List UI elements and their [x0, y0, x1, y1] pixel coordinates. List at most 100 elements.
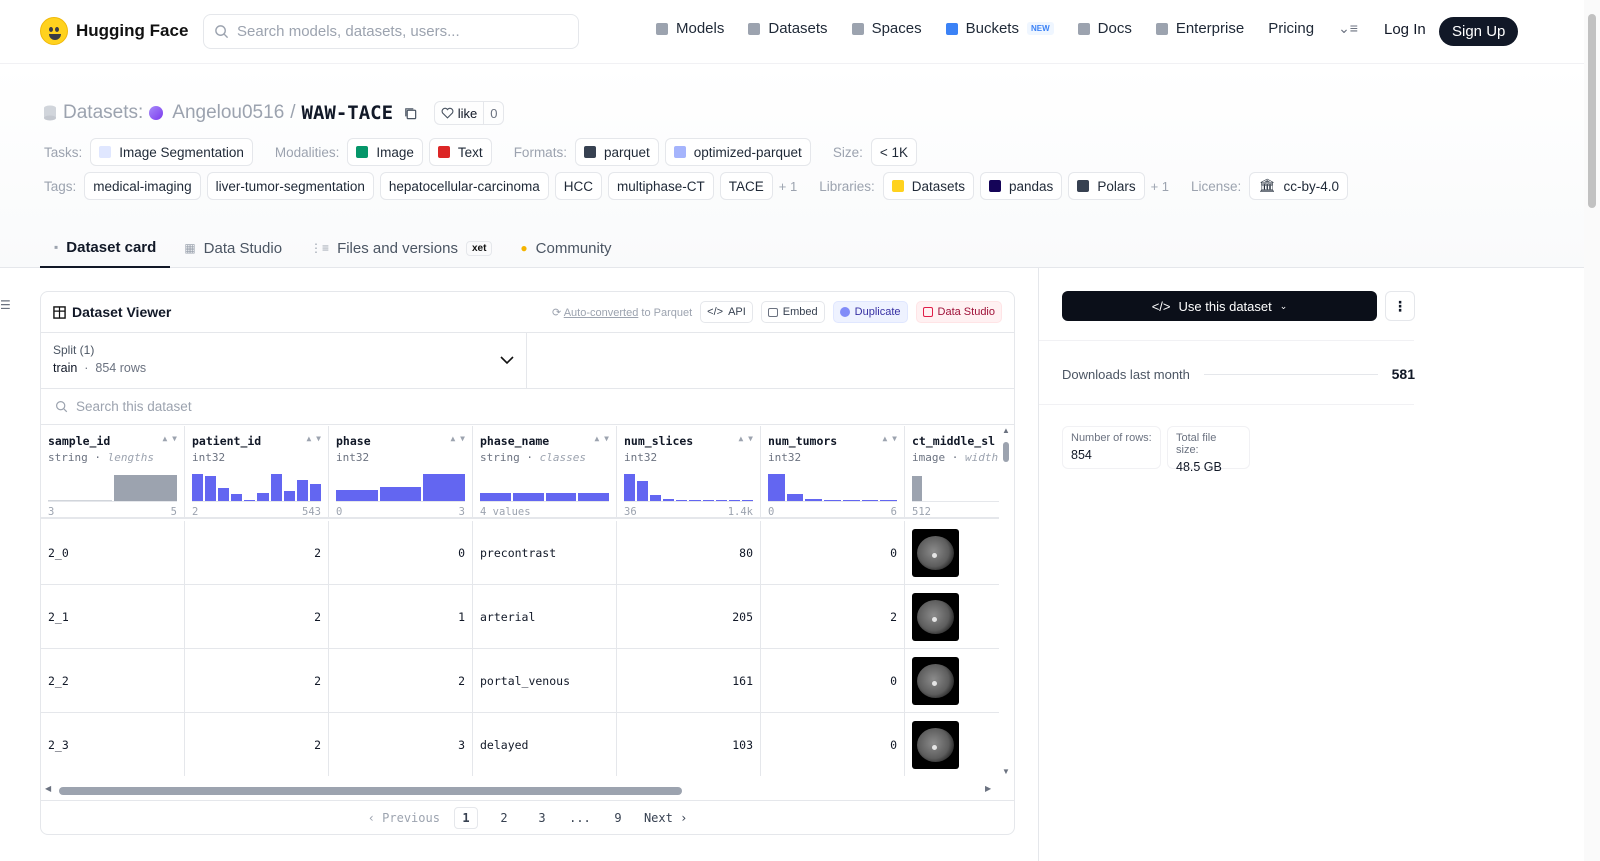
nav-link-datasets[interactable]: Datasets	[748, 20, 828, 37]
page-scroll-thumb[interactable]	[1588, 14, 1596, 208]
sort-icon[interactable]: ▲ ▼	[307, 435, 321, 443]
page-number-button[interactable]: 1	[453, 806, 478, 829]
histogram-bar[interactable]	[192, 474, 204, 501]
nav-link-spaces[interactable]: Spaces	[851, 20, 922, 37]
histogram-bar[interactable]	[624, 474, 636, 501]
table-cell[interactable]: arterial	[473, 585, 617, 649]
repo-name-link[interactable]: WAW-TACE	[302, 102, 394, 124]
ct-thumbnail-image[interactable]	[912, 592, 959, 641]
format-chip[interactable]: optimized-parquet	[664, 138, 811, 166]
table-cell[interactable]: 2_0	[41, 521, 185, 585]
histogram-bar[interactable]	[336, 490, 378, 501]
tag-chip[interactable]: multiphase-CT	[607, 172, 714, 200]
menu-icon[interactable]: ⌄≡	[1338, 20, 1358, 37]
table-cell[interactable]: 2_2	[41, 649, 185, 713]
repo-owner-link[interactable]: Angelou0516	[172, 102, 284, 124]
table-cell[interactable]: precontrast	[473, 521, 617, 585]
histogram-bar[interactable]	[824, 500, 841, 501]
histogram-bar[interactable]	[805, 499, 823, 501]
embed-button[interactable]: Embed	[760, 301, 825, 323]
table-cell[interactable]: portal_venous	[473, 649, 617, 713]
table-cell[interactable]	[905, 713, 999, 776]
histogram-bar[interactable]	[309, 484, 321, 501]
column-header[interactable]: num_tumors int32 ▲ ▼ 0 6	[761, 426, 905, 519]
histogram-bar[interactable]	[231, 494, 243, 501]
sort-icon[interactable]: ▲ ▼	[451, 435, 465, 443]
table-cell[interactable]	[905, 585, 999, 649]
histogram-bar[interactable]	[218, 488, 230, 501]
table-cell[interactable]	[905, 649, 999, 713]
login-link[interactable]: Log In	[1384, 21, 1426, 38]
tab-files-and-versions[interactable]: ⋮≡ Files and versions xet	[296, 228, 506, 268]
table-cell[interactable]: 80	[617, 521, 761, 585]
histogram-bar[interactable]	[702, 500, 714, 501]
column-header[interactable]: ct_middle_slimage · width▲ ▼512	[905, 426, 999, 519]
column-header[interactable]: phase_name string · classes ▲ ▼ 4 values	[473, 426, 617, 519]
histogram-bar[interactable]	[663, 499, 675, 501]
license-chip[interactable]: 🏛 cc-by-4.0	[1249, 172, 1348, 200]
scroll-down-icon[interactable]: ▼	[1002, 767, 1010, 776]
split-selector[interactable]: Split (1) train · 854 rows	[41, 333, 527, 388]
library-chip[interactable]: Datasets	[882, 172, 975, 200]
table-cell[interactable]: 2_3	[41, 713, 185, 776]
tag-chip[interactable]: HCC	[554, 172, 602, 200]
ct-thumbnail-image[interactable]	[912, 720, 959, 769]
tab-data-studio[interactable]: ▦ Data Studio	[170, 228, 296, 268]
histogram-bar[interactable]	[379, 487, 422, 501]
size-chip[interactable]: < 1K	[870, 138, 917, 166]
table-cell[interactable]: 2	[185, 585, 329, 649]
histogram-bar[interactable]	[48, 500, 112, 501]
histogram-bar[interactable]	[786, 494, 804, 501]
hf-logo[interactable]: Hugging Face	[40, 17, 188, 45]
histogram-bar[interactable]	[257, 493, 269, 501]
nav-link-pricing[interactable]: Pricing	[1268, 20, 1314, 37]
vertical-scroll-thumb[interactable]	[1003, 442, 1009, 462]
histogram-bar[interactable]	[512, 493, 544, 501]
histogram-bar[interactable]	[768, 474, 785, 501]
scroll-right-icon[interactable]: ▶	[985, 784, 991, 793]
sort-icon[interactable]: ▲ ▼	[883, 435, 897, 443]
column-header[interactable]: phase int32 ▲ ▼ 0 3	[329, 426, 473, 519]
like-button[interactable]: like 0	[434, 101, 505, 125]
page-number-button[interactable]: 3	[530, 807, 554, 829]
histogram-bar[interactable]	[296, 480, 308, 501]
table-cell[interactable]: 2	[185, 713, 329, 776]
table-cell[interactable]: 103	[617, 713, 761, 776]
signup-button[interactable]: Sign Up	[1439, 17, 1519, 46]
histogram-bar[interactable]	[741, 500, 753, 501]
column-header[interactable]: num_slices int32 ▲ ▼ 36 1.4k	[617, 426, 761, 519]
task-chip[interactable]: Image Segmentation	[90, 138, 253, 166]
histogram-bar[interactable]	[545, 493, 577, 501]
nav-link-buckets[interactable]: Buckets NEW	[945, 20, 1054, 37]
page-scrollbar[interactable]	[1584, 0, 1600, 861]
tab-dataset-card[interactable]: ▪ Dataset card	[40, 228, 171, 268]
format-chip[interactable]: parquet	[574, 138, 659, 166]
histogram-bar[interactable]	[480, 493, 511, 501]
dataset-search-input[interactable]: Search this dataset	[41, 389, 1014, 425]
table-cell[interactable]: 2	[761, 585, 905, 649]
table-cell[interactable]: 0	[761, 521, 905, 585]
table-horizontal-scrollbar[interactable]: ◀ ▶	[41, 783, 999, 797]
next-page-button[interactable]: Next ›	[644, 811, 687, 825]
sort-icon[interactable]: ▲ ▼	[163, 435, 177, 443]
histogram-bar[interactable]	[283, 491, 295, 501]
toc-toggle-icon[interactable]: ☰	[0, 298, 11, 312]
histogram-bar[interactable]	[842, 500, 860, 501]
modality-chip[interactable]: Image	[347, 138, 423, 166]
histogram-bar[interactable]	[637, 481, 649, 501]
histogram-bar[interactable]	[578, 493, 609, 501]
api-button[interactable]: </> API	[700, 301, 753, 323]
duplicate-button[interactable]: Duplicate	[832, 301, 908, 323]
library-chip[interactable]: Polars	[1068, 172, 1145, 200]
nav-link-docs[interactable]: Docs	[1077, 20, 1132, 37]
more-tags-link[interactable]: + 1	[779, 179, 797, 194]
histogram-bar[interactable]	[423, 474, 466, 501]
table-cell[interactable]: 0	[329, 521, 473, 585]
more-libraries-link[interactable]: + 1	[1151, 179, 1169, 194]
table-cell[interactable]: 0	[761, 649, 905, 713]
table-cell[interactable]: delayed	[473, 713, 617, 776]
table-cell[interactable]	[905, 521, 999, 585]
histogram-bar[interactable]	[861, 500, 879, 501]
horizontal-scroll-thumb[interactable]	[59, 787, 682, 795]
ct-thumbnail-image[interactable]	[912, 528, 959, 577]
